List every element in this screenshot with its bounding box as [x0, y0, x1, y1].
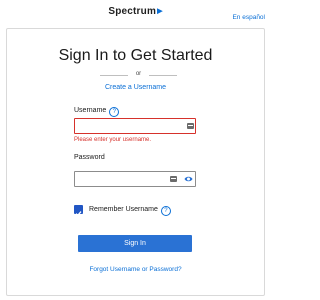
keyboard-icon[interactable] [170, 176, 177, 182]
sign-in-button[interactable]: Sign In [78, 235, 192, 252]
divider-line-right [149, 75, 177, 76]
password-field[interactable] [74, 171, 196, 187]
create-username-link[interactable]: Create a Username [0, 84, 271, 91]
spectrum-logo[interactable]: Spectrum▶ [0, 6, 271, 17]
username-input[interactable] [78, 121, 178, 131]
keyboard-icon[interactable] [187, 123, 194, 129]
remember-username-row: Remember Username? [89, 206, 171, 216]
divider-text: or [135, 71, 142, 77]
username-label-row: Username? [74, 107, 120, 117]
checkmark-icon [75, 211, 82, 217]
sign-in-card [6, 28, 265, 296]
password-label: Password [74, 154, 105, 161]
page-title: Sign In to Get Started [58, 47, 213, 64]
username-field[interactable] [74, 118, 196, 134]
language-link[interactable]: En español [232, 14, 265, 21]
arrow-icon: ▶ [157, 8, 163, 15]
username-error-message: Please enter your username. [74, 137, 152, 143]
forgot-credentials-link[interactable]: Forgot Username or Password? [0, 266, 271, 273]
password-input[interactable] [78, 174, 178, 184]
username-label: Username [74, 107, 107, 114]
remember-username-checkbox[interactable] [74, 205, 83, 217]
or-divider: or [100, 71, 177, 79]
top-bar: Spectrum▶ [0, 0, 271, 24]
username-help-icon[interactable]: ? [109, 107, 120, 117]
show-password-eye-icon[interactable] [184, 175, 193, 183]
logo-text: Spectrum [108, 6, 157, 17]
remember-username-label[interactable]: Remember Username [89, 206, 158, 213]
remember-help-icon[interactable]: ? [160, 206, 171, 216]
